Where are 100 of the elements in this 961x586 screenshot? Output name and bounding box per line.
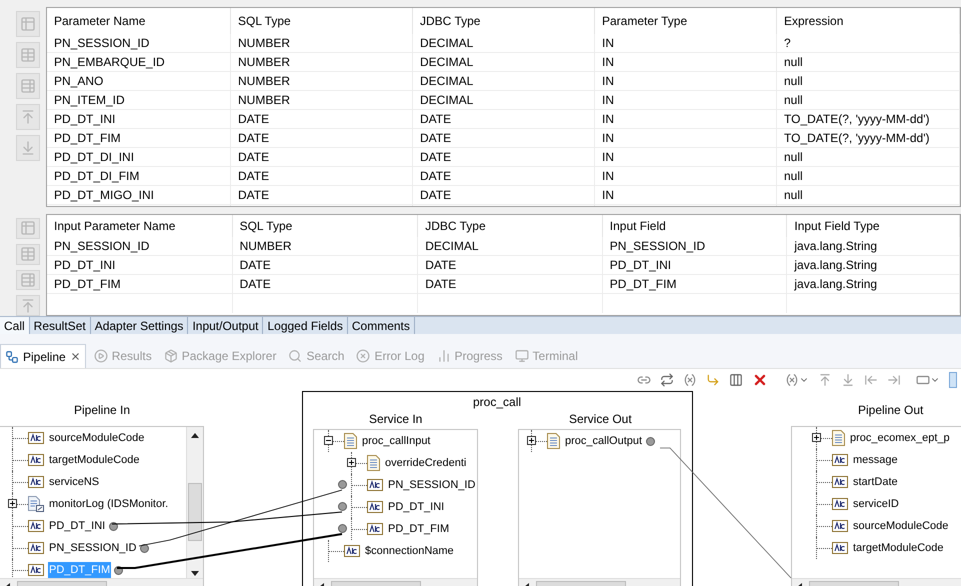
table-cell: IN (595, 186, 777, 204)
table-cell: IN (595, 129, 777, 147)
column-header[interactable]: SQL Type (231, 8, 413, 34)
string-field-icon (367, 501, 383, 513)
table-cell: DECIMAL (413, 91, 595, 109)
expand-icon[interactable] (527, 436, 536, 445)
table-cell: null (777, 72, 960, 90)
table-cell: IN (595, 167, 777, 185)
table-cell: DATE (418, 256, 603, 274)
column-header[interactable]: Parameter Name (47, 8, 231, 34)
column-header[interactable]: SQL Type (232, 215, 418, 237)
tree-item[interactable]: targetModuleCode (852, 540, 945, 556)
tree-item[interactable]: sourceModuleCode (852, 518, 950, 534)
column-header[interactable]: Input Field (602, 215, 788, 237)
string-field-icon (28, 520, 44, 532)
search-icon (288, 349, 302, 363)
tree-item[interactable]: PN_SESSION_ID (48, 540, 138, 556)
column-header[interactable]: Parameter Type (595, 8, 777, 34)
table-cell: DATE (231, 129, 413, 147)
table-cell: IN (595, 72, 777, 90)
column-header[interactable]: Expression (777, 8, 960, 34)
tree-item[interactable]: startDate (852, 474, 899, 490)
table-cell: java.lang.String (787, 237, 960, 255)
link-handle[interactable] (338, 524, 347, 533)
table-cell: DATE (231, 148, 413, 166)
table-cell: java.lang.String (787, 256, 960, 274)
table-cell: DECIMAL (418, 237, 603, 255)
tree-item[interactable]: proc_callOutput (564, 432, 644, 450)
string-field-icon (28, 564, 44, 576)
table-cell: DECIMAL (413, 34, 595, 52)
column-header[interactable]: JDBC Type (413, 8, 595, 34)
link-handle[interactable] (109, 522, 118, 530)
table-cell: TO_DATE(?, 'yyyy-MM-dd') (777, 110, 960, 128)
string-field-icon (28, 454, 44, 466)
tree-item[interactable]: targetModuleCode (48, 452, 141, 468)
variable-dropdown[interactable] (785, 372, 809, 386)
table-cell: PD_DT_FIM (47, 129, 231, 147)
string-field-icon (832, 520, 848, 532)
expand-icon[interactable] (347, 458, 356, 467)
tree-item[interactable]: monitorLog (IDSMonitor. (48, 496, 170, 512)
panel-title: Pipeline Out (858, 402, 924, 419)
variable-icon[interactable] (683, 372, 697, 386)
string-field-icon (28, 542, 44, 554)
close-icon[interactable] (70, 351, 81, 362)
table-cell: NUMBER (232, 237, 418, 255)
column-header[interactable]: Input Parameter Name (47, 215, 233, 237)
table-cell: DATE (413, 110, 595, 128)
table-cell: null (777, 148, 960, 166)
tree-item[interactable]: proc_ecomex_ept_p (849, 430, 951, 446)
tree-item[interactable]: message (852, 452, 899, 468)
tree-item[interactable]: sourceModuleCode (48, 430, 146, 446)
editor-tab[interactable]: Adapter Settings (90, 317, 188, 334)
link-handle[interactable] (338, 502, 347, 511)
tree-item[interactable]: serviceNS (48, 474, 100, 490)
table-cell: PD_DT_MIGO_INI (47, 186, 231, 204)
editor-tab[interactable]: ResultSet (30, 317, 91, 334)
tree-item[interactable]: serviceID (852, 496, 900, 512)
column-header[interactable]: Input Field Type (787, 215, 960, 237)
table-cell: null (777, 91, 960, 109)
collapse-icon[interactable] (324, 436, 333, 445)
document-icon (367, 455, 380, 471)
loop-icon[interactable] (660, 372, 674, 386)
table-cell: PN_SESSION_ID (602, 237, 788, 255)
link-handle[interactable] (338, 480, 347, 489)
document-icon (832, 430, 845, 446)
vertical-scrollbar[interactable] (186, 427, 203, 578)
table-cell: DATE (232, 256, 418, 274)
tree-item[interactable]: proc_callInput (361, 432, 432, 450)
table-cell: PN_SESSION_ID (47, 237, 233, 255)
link-handle[interactable] (646, 436, 656, 446)
tree-item[interactable]: $connectionName (364, 542, 455, 560)
play-icon (94, 349, 108, 363)
variable-icon (785, 372, 799, 386)
tree-item[interactable]: PD_DT_FIM (387, 520, 450, 538)
tree-item[interactable]: PD_DT_INI (387, 498, 446, 516)
expand-icon[interactable] (8, 499, 17, 508)
table-cell: java.lang.String (787, 275, 960, 293)
table-cell: IN (595, 34, 777, 52)
table-cell: TO_DATE(?, 'yyyy-MM-dd') (777, 129, 960, 147)
scroll-up-icon[interactable] (191, 433, 199, 439)
tree-item[interactable]: PD_DT_INI (48, 518, 106, 534)
column-header[interactable]: JDBC Type (418, 215, 603, 237)
editor-tab[interactable]: Call (0, 317, 30, 334)
table-cell: IN (595, 53, 777, 71)
table-cell: DATE (413, 186, 595, 204)
table-cell: DATE (413, 129, 595, 147)
string-field-icon (344, 545, 360, 557)
table-cell: DATE (413, 167, 595, 185)
expand-icon[interactable] (812, 433, 821, 442)
table-cell: PD_DT_FIM (47, 275, 233, 293)
string-field-icon (832, 498, 848, 510)
view-tab[interactable]: Pipeline (0, 344, 86, 368)
tree-item[interactable]: PN_SESSION_ID (387, 476, 476, 494)
table-cell: PD_DT_INI (602, 256, 788, 274)
table-cell: DATE (231, 186, 413, 204)
grid-icon[interactable] (729, 372, 743, 386)
link-handle[interactable] (140, 544, 150, 552)
tree-item[interactable]: overrideCredenti (384, 454, 468, 472)
table-cell: PD_DT_INI (47, 110, 231, 128)
string-field-icon (832, 454, 848, 466)
